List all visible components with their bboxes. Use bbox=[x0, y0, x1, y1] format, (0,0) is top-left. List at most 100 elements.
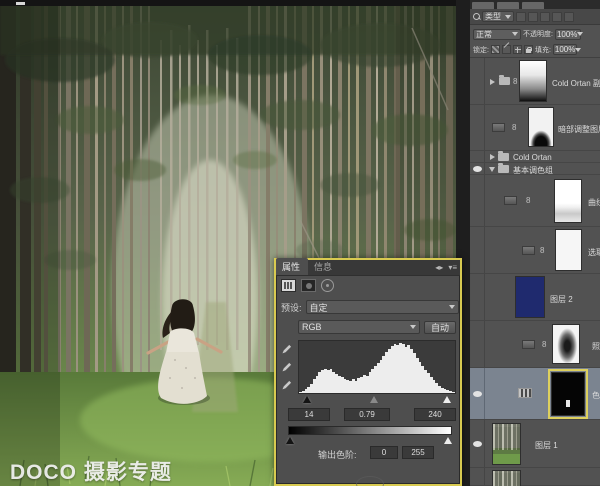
layer-name[interactable]: 色阶 1 bbox=[592, 390, 600, 401]
white-point-eyedropper-icon[interactable] bbox=[281, 380, 292, 391]
panel-tab[interactable] bbox=[472, 2, 494, 9]
opacity-label: 不透明度: bbox=[523, 29, 553, 39]
collapse-panel-icon[interactable]: ◂▸ bbox=[435, 263, 443, 272]
expand-arrow-icon[interactable] bbox=[490, 154, 495, 160]
layer-row[interactable]: 基本调色组 bbox=[470, 163, 600, 175]
lock-all-icon[interactable] bbox=[524, 45, 533, 54]
panel-tab[interactable] bbox=[497, 2, 519, 9]
layer-mask-thumbnail[interactable] bbox=[555, 229, 582, 271]
layer-row[interactable]: 图层 1 bbox=[470, 420, 600, 468]
layer-mask-thumbnail[interactable] bbox=[554, 179, 582, 223]
lock-pixels-icon[interactable] bbox=[502, 45, 511, 54]
filter-type-icon[interactable] bbox=[540, 12, 550, 22]
visibility-toggle[interactable] bbox=[470, 274, 485, 320]
tab-properties[interactable]: 属性 bbox=[276, 258, 308, 275]
gray-point-eyedropper-icon[interactable] bbox=[281, 362, 292, 373]
layer-mask-thumbnail[interactable] bbox=[528, 107, 554, 147]
output-black-slider[interactable] bbox=[286, 437, 294, 444]
layer-name[interactable]: Cold Ortan bbox=[513, 153, 552, 162]
layer-name[interactable]: 图层 2 bbox=[550, 294, 573, 305]
layer-row[interactable] bbox=[470, 468, 600, 486]
layer-row[interactable]: 图层 2 bbox=[470, 274, 600, 321]
layer-name[interactable]: 曲线 bbox=[588, 197, 600, 208]
midtones-input[interactable]: 0.79 bbox=[344, 408, 390, 421]
filter-pixel-icon[interactable] bbox=[516, 12, 526, 22]
folder-icon bbox=[499, 77, 510, 85]
layers-panel: 类型 正常 不透明度: 100% 锁定: bbox=[470, 0, 600, 486]
output-white-input[interactable]: 255 bbox=[402, 446, 434, 459]
properties-panel: 属性 信息 ◂▸ ▾≡ 预设: 自定 bbox=[274, 258, 462, 486]
layer-mask-thumbnail[interactable] bbox=[552, 324, 580, 364]
visibility-toggle[interactable] bbox=[470, 227, 485, 273]
properties-header: 属性 信息 ◂▸ ▾≡ bbox=[276, 260, 460, 276]
link-icon: 8 bbox=[540, 246, 544, 255]
lock-position-icon[interactable] bbox=[513, 45, 522, 54]
tab-info[interactable]: 信息 bbox=[308, 258, 340, 275]
layer-name[interactable]: 图层 1 bbox=[535, 440, 558, 451]
layer-thumbnail[interactable] bbox=[492, 423, 521, 465]
panel-tab[interactable] bbox=[522, 2, 544, 9]
layer-name[interactable]: 选取 bbox=[588, 247, 600, 258]
layer-row[interactable]: 8 照片滤镜 bbox=[470, 321, 600, 368]
layer-row[interactable]: 8 选取 bbox=[470, 227, 600, 274]
shadows-input[interactable]: 14 bbox=[288, 408, 330, 421]
layer-row[interactable]: 8 曲线 bbox=[470, 175, 600, 227]
layer-row[interactable]: Cold Ortan bbox=[470, 151, 600, 163]
visibility-toggle[interactable] bbox=[470, 420, 485, 467]
visibility-toggle[interactable] bbox=[470, 321, 485, 367]
layer-row[interactable]: 8 Cold Ortan 副本 bbox=[470, 58, 600, 105]
filter-type-label: 类型 bbox=[485, 11, 501, 22]
folder-icon bbox=[498, 165, 509, 173]
output-white-slider[interactable] bbox=[444, 437, 452, 444]
mask-icon[interactable] bbox=[301, 279, 316, 292]
collapse-arrow-icon[interactable] bbox=[489, 167, 495, 172]
filter-type-dropdown[interactable]: 类型 bbox=[482, 11, 514, 22]
visibility-toggle[interactable] bbox=[470, 468, 485, 485]
output-black-input[interactable]: 0 bbox=[370, 446, 398, 459]
levels-adjustment-icon bbox=[518, 388, 532, 398]
layer-mask-thumbnail[interactable] bbox=[519, 60, 547, 102]
auto-button[interactable]: 自动 bbox=[424, 321, 456, 334]
link-icon: 8 bbox=[526, 196, 530, 205]
lock-label: 锁定: bbox=[473, 45, 489, 55]
midtones-slider[interactable] bbox=[370, 396, 378, 403]
visibility-toggle[interactable] bbox=[470, 151, 485, 162]
layer-row[interactable]: 8 暗部调整图层 bbox=[470, 105, 600, 151]
layer-row-selected[interactable]: 色阶 1 bbox=[470, 368, 600, 420]
chevron-down-icon bbox=[410, 325, 416, 329]
highlights-input[interactable]: 240 bbox=[414, 408, 456, 421]
opacity-field[interactable]: 100% bbox=[555, 29, 581, 40]
lock-transparency-icon[interactable] bbox=[491, 45, 500, 54]
layer-thumbnail[interactable] bbox=[515, 276, 545, 318]
visibility-toggle[interactable] bbox=[470, 368, 485, 419]
adjustment-icon bbox=[492, 123, 505, 132]
window-edge-mark bbox=[16, 2, 25, 5]
levels-icon[interactable] bbox=[281, 279, 296, 292]
shadows-slider[interactable] bbox=[303, 396, 311, 403]
clip-to-layer-icon[interactable] bbox=[321, 279, 334, 292]
preset-dropdown[interactable]: 自定 bbox=[306, 300, 459, 314]
layer-name[interactable]: Cold Ortan 副本 bbox=[552, 78, 600, 89]
visibility-toggle[interactable] bbox=[470, 58, 485, 104]
black-point-eyedropper-icon[interactable] bbox=[281, 344, 292, 355]
visibility-toggle[interactable] bbox=[470, 105, 485, 150]
highlights-slider[interactable] bbox=[443, 396, 451, 403]
blend-mode-dropdown[interactable]: 正常 bbox=[473, 29, 521, 40]
levels-histogram bbox=[298, 340, 456, 394]
filter-shape-icon[interactable] bbox=[552, 12, 562, 22]
layer-name[interactable]: 暗部调整图层 bbox=[558, 124, 600, 135]
expand-arrow-icon[interactable] bbox=[490, 79, 495, 85]
layer-name[interactable]: 照片滤镜 bbox=[592, 341, 600, 352]
visibility-toggle[interactable] bbox=[470, 163, 485, 174]
layer-thumbnail[interactable] bbox=[492, 470, 521, 486]
panel-menu-icon[interactable]: ▾≡ bbox=[448, 263, 457, 272]
channel-value: RGB bbox=[302, 322, 322, 332]
filter-adjustment-icon[interactable] bbox=[528, 12, 538, 22]
chevron-down-icon bbox=[575, 48, 581, 52]
selected-mask-thumbnail[interactable] bbox=[551, 372, 585, 416]
filter-smartobject-icon[interactable] bbox=[564, 12, 574, 22]
fill-field[interactable]: 100% bbox=[553, 44, 577, 55]
visibility-toggle[interactable] bbox=[470, 175, 485, 226]
channel-dropdown[interactable]: RGB bbox=[298, 320, 420, 334]
chevron-down-icon bbox=[577, 32, 583, 36]
